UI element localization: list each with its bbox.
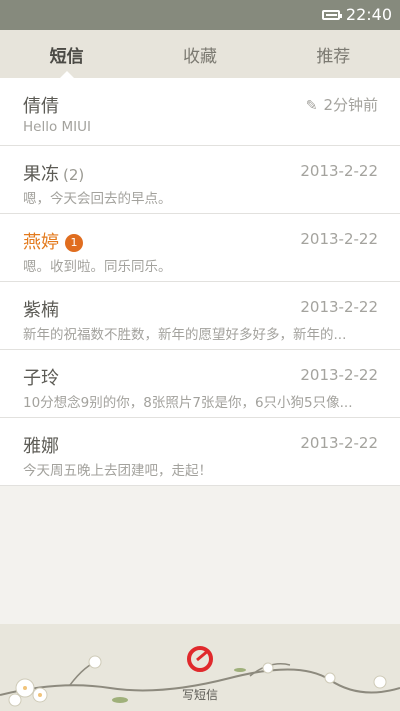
contact-name-text: 果冻 [23,164,59,185]
unread-badge: 1 [65,234,83,252]
contact-name: 子玲 [23,368,59,389]
compose-icon [187,646,213,672]
message-preview: Hello MIUI [23,119,92,135]
compose-button[interactable] [178,646,222,690]
conversation-row[interactable]: 雅娜 2013-2-22 今天周五晚上去团建吧，走起！ [0,418,400,486]
tab-bar: 短信 收藏 推荐 [0,30,400,78]
message-preview: 新年的祝福数不胜数，新年的愿望好多好多，新年的... [23,327,347,343]
conversation-row[interactable]: 子玲 2013-2-22 10分想念9别的你，8张照片7张是你，6只小狗5只像.… [0,350,400,418]
timestamp: 2013-2-22 [300,434,378,452]
tab-favorites[interactable]: 收藏 [133,30,266,78]
tab-messages[interactable]: 短信 [0,30,133,78]
contact-name: 雅娜 [23,436,59,457]
message-preview: 今天周五晚上去团建吧，走起！ [23,463,212,479]
status-right: 22:40 [321,5,392,24]
conversation-row[interactable]: 倩倩 ✎ 2分钟前 Hello MIUI [0,78,400,146]
timestamp-text: 2分钟前 [323,96,378,114]
tab-recommend[interactable]: 推荐 [267,30,400,78]
conversation-row[interactable]: 果冻 (2) 2013-2-22 嗯，今天会回去的早点。 [0,146,400,214]
battery-icon [321,9,342,20]
contact-name: 燕婷 1 [23,228,83,254]
compose-label[interactable]: 写短信 [182,686,218,703]
contact-name: 倩倩 [23,96,59,117]
conversation-row[interactable]: 紫楠 2013-2-22 新年的祝福数不胜数，新年的愿望好多好多，新年的... [0,282,400,350]
message-count: (2) [63,166,85,184]
conversation-list: 倩倩 ✎ 2分钟前 Hello MIUI 果冻 (2) 2013-2-22 嗯，今天… [0,78,400,486]
timestamp: 2013-2-22 [300,366,378,384]
message-preview: 嗯，今天会回去的早点。 [23,191,172,207]
timestamp: ✎ 2分钟前 [306,94,378,115]
timestamp: 2013-2-22 [300,230,378,248]
contact-name: 果冻 (2) [23,160,84,186]
contact-name-text: 燕婷 [23,232,59,253]
draft-pencil-icon: ✎ [305,98,318,114]
message-preview: 嗯。收到啦。同乐同乐。 [23,259,172,275]
timestamp: 2013-2-22 [300,162,378,180]
message-preview: 10分想念9别的你，8张照片7张是你，6只小狗5只像... [23,395,353,411]
battery-level [325,13,337,16]
contact-name: 紫楠 [23,300,59,321]
status-bar: 22:40 [0,0,400,30]
timestamp: 2013-2-22 [300,298,378,316]
conversation-row[interactable]: 燕婷 1 2013-2-22 嗯。收到啦。同乐同乐。 [0,214,400,282]
clock: 22:40 [345,5,392,24]
bottom-bar: 写短信 [0,624,400,711]
